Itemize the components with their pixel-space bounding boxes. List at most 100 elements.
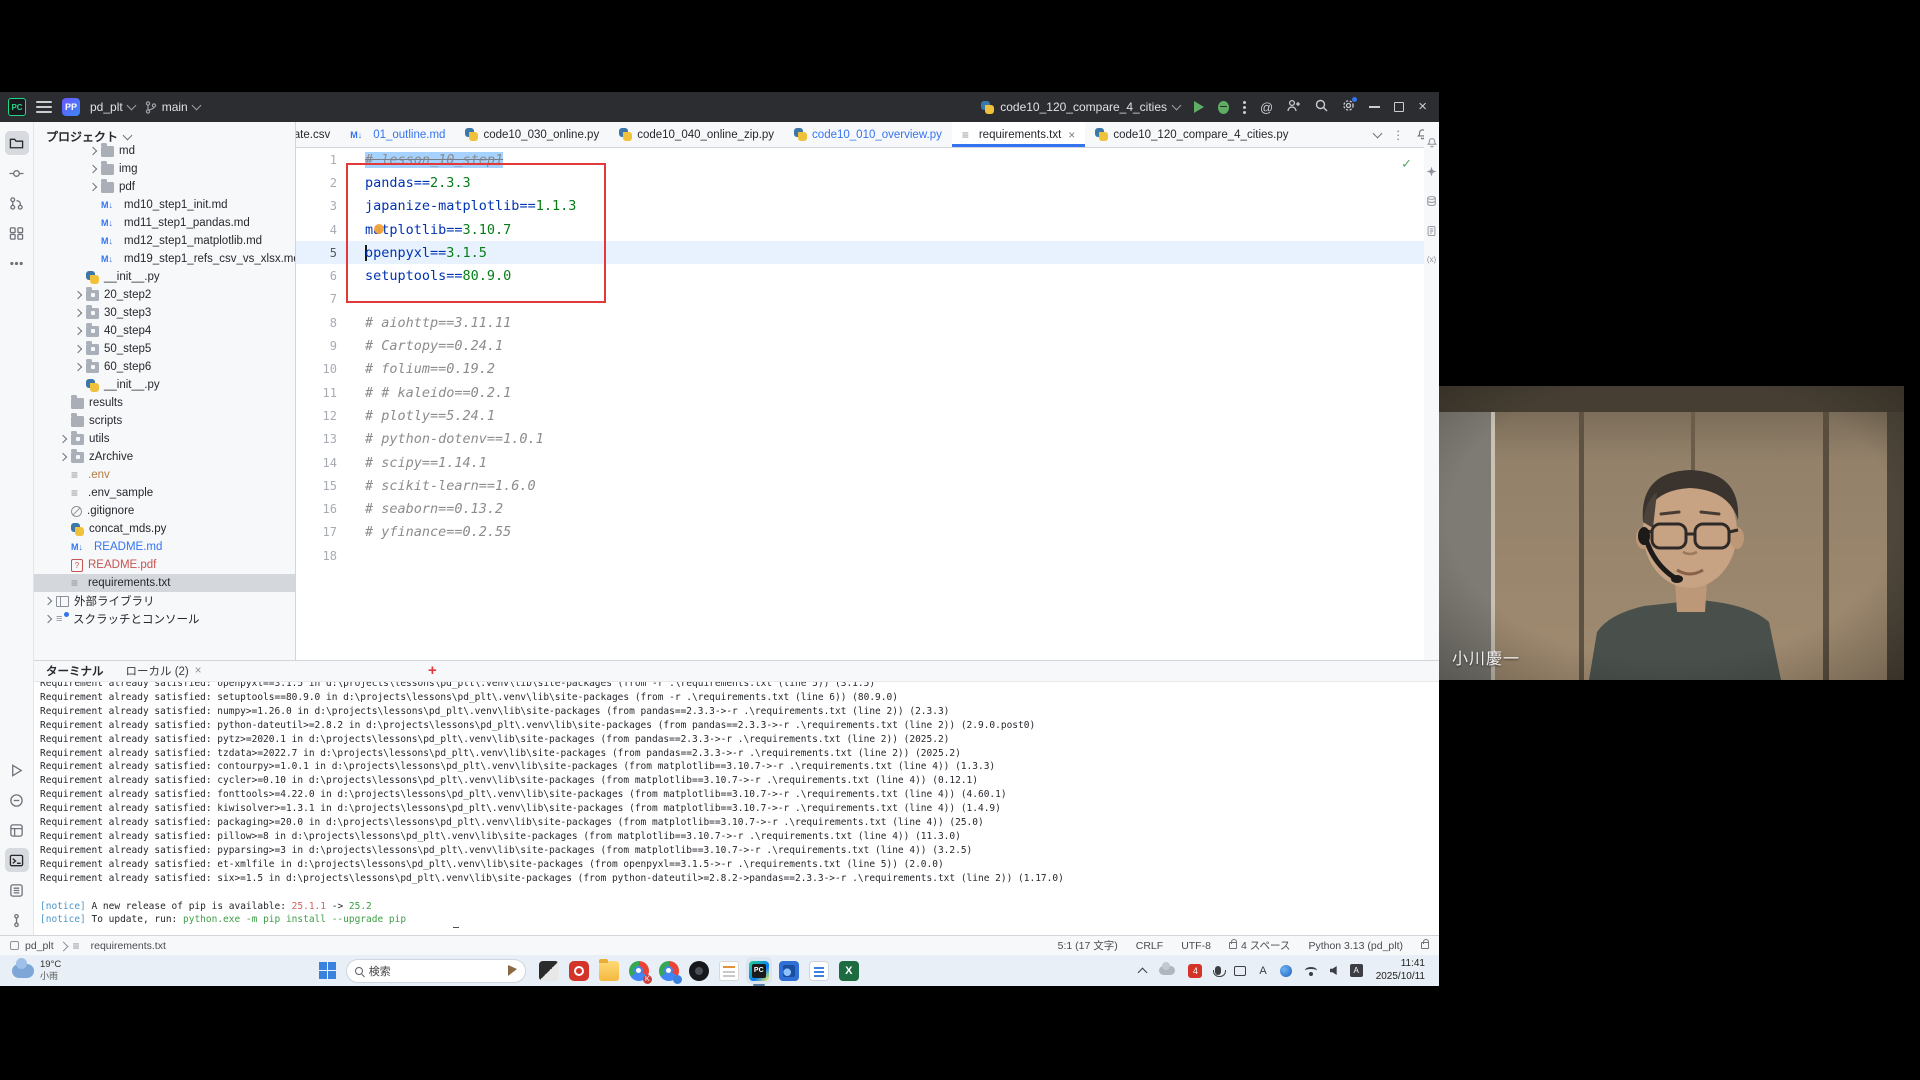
editor-line-8[interactable]: 8# aiohttp==3.11.11 — [296, 311, 1424, 334]
editor-tab-code10_010_overview.py[interactable]: code10_010_overview.py — [784, 122, 952, 147]
editor-line-6[interactable]: 6setuptools==80.9.0 — [296, 264, 1424, 287]
breadcrumb-file[interactable]: requirements.txt — [91, 940, 166, 952]
taskbar-app-pycharm[interactable] — [746, 957, 772, 984]
tree-item-.env[interactable]: ≡.env — [34, 466, 295, 484]
notifications-bell-icon[interactable] — [1426, 136, 1438, 150]
tree-item-results[interactable]: results — [34, 394, 295, 412]
tree-item-img[interactable]: img — [34, 160, 295, 178]
commit-tool-icon[interactable] — [5, 161, 29, 185]
indent-setting[interactable]: 4 スペース — [1229, 938, 1291, 953]
assistant-orb-icon[interactable] — [1280, 965, 1292, 977]
terminal-output[interactable]: Requirement already satisfied: openpyxl=… — [34, 677, 1439, 928]
editor-line-11[interactable]: 11# # kaleido==0.2.1 — [296, 381, 1424, 404]
start-button[interactable] — [319, 962, 336, 979]
tree-item-スクラッチとコンソール[interactable]: ≡スクラッチとコンソール — [34, 610, 295, 628]
editor-line-17[interactable]: 17# yfinance==0.2.55 — [296, 521, 1424, 544]
editor-line-12[interactable]: 12# plotly==5.24.1 — [296, 404, 1424, 427]
tree-item-md10_step1_init.md[interactable]: M↓md10_step1_init.md — [34, 196, 295, 214]
tree-item-scripts[interactable]: scripts — [34, 412, 295, 430]
project-tool-icon[interactable] — [5, 131, 29, 155]
database-stripe-icon[interactable] — [1426, 195, 1437, 209]
editor-tab-code10_120_compare_4_cities.py[interactable]: code10_120_compare_4_cities.py — [1085, 122, 1298, 147]
tree-chevron-icon[interactable] — [74, 291, 82, 299]
ai-assistant-icon[interactable]: @ — [1260, 100, 1273, 115]
editor-pane[interactable]: 1# lesson_10_step12pandas==2.3.33japaniz… — [296, 148, 1424, 660]
editor-line-13[interactable]: 13# python-dotenv==1.0.1 — [296, 428, 1424, 451]
editor-line-10[interactable]: 10# folium==0.19.2 — [296, 358, 1424, 381]
tree-item-30_step3[interactable]: 30_step3 — [34, 304, 295, 322]
file-encoding[interactable]: UTF-8 — [1181, 940, 1211, 952]
tree-item-.env_sample[interactable]: ≡.env_sample — [34, 484, 295, 502]
tree-chevron-icon[interactable] — [89, 147, 97, 155]
tree-item-md12_step1_matplotlib.md[interactable]: M↓md12_step1_matplotlib.md — [34, 232, 295, 250]
notification-badge-icon[interactable]: 4 — [1188, 964, 1202, 978]
python-console-tool-icon[interactable] — [5, 788, 29, 812]
tray-expand-icon[interactable] — [1138, 967, 1148, 977]
ime-icon[interactable]: A — [1350, 964, 1363, 977]
ai-assistant-stripe-icon[interactable] — [1426, 166, 1437, 179]
microphone-icon[interactable] — [1215, 966, 1221, 975]
pull-requests-tool-icon[interactable] — [5, 191, 29, 215]
taskbar-app-photos[interactable] — [776, 957, 802, 984]
editor-line-1[interactable]: 1# lesson_10_step1 — [296, 148, 1424, 171]
taskbar-app-list-app[interactable] — [806, 957, 832, 984]
snip-tool-icon[interactable] — [1234, 966, 1246, 976]
tree-chevron-icon[interactable] — [74, 327, 82, 335]
window-maximize-button[interactable] — [1394, 102, 1404, 112]
tree-item-README.pdf[interactable]: ?README.pdf — [34, 556, 295, 574]
editor-line-18[interactable]: 18 — [296, 544, 1424, 567]
terminal-title[interactable]: ターミナル — [46, 663, 104, 679]
run-tool-icon[interactable] — [5, 758, 29, 782]
tree-item-50_step5[interactable]: 50_step5 — [34, 340, 295, 358]
ime-mode-letter[interactable]: A — [1259, 965, 1266, 977]
tree-item-concat_mds.py[interactable]: concat_mds.py — [34, 520, 295, 538]
run-button[interactable] — [1194, 101, 1204, 113]
documentation-stripe-icon[interactable] — [1426, 225, 1437, 239]
editor-line-14[interactable]: 14# scipy==1.14.1 — [296, 451, 1424, 474]
search-everywhere-icon[interactable] — [1315, 99, 1328, 115]
branch-selector[interactable]: main — [145, 100, 200, 114]
structure-tool-icon[interactable] — [5, 221, 29, 245]
tree-chevron-icon[interactable] — [89, 165, 97, 173]
editor-line-5[interactable]: 5openpyxl==3.1.5 — [296, 241, 1424, 264]
taskbar-app-task-view[interactable] — [536, 957, 562, 984]
more-tools-icon[interactable] — [5, 251, 29, 275]
tree-item-外部ライブラリ[interactable]: 外部ライブラリ — [34, 592, 295, 610]
more-tabs-icon[interactable]: ⋮ — [1393, 128, 1405, 142]
taskbar-app-chrome-profile-2[interactable] — [656, 957, 682, 984]
tree-chevron-icon[interactable] — [89, 183, 97, 191]
window-close-button[interactable]: × — [1418, 102, 1427, 112]
line-separator[interactable]: CRLF — [1136, 940, 1163, 952]
volume-icon[interactable] — [1330, 966, 1337, 975]
editor-tab-code10_040_online_zip.py[interactable]: code10_040_online_zip.py — [609, 122, 784, 147]
tree-item-pdf[interactable]: pdf — [34, 178, 295, 196]
wifi-icon[interactable] — [1305, 967, 1317, 974]
close-icon[interactable]: × — [195, 665, 202, 677]
tree-item-60_step6[interactable]: 60_step6 — [34, 358, 295, 376]
tree-item-__init__.py[interactable]: __init__.py — [34, 376, 295, 394]
tree-item-__init__.py[interactable]: __init__.py — [34, 268, 295, 286]
project-selector[interactable]: pd_plt — [90, 100, 135, 114]
tree-item-README.md[interactable]: M↓README.md — [34, 538, 295, 556]
tree-item-md[interactable]: md — [34, 142, 295, 160]
chevron-down-icon[interactable] — [1372, 128, 1382, 138]
taskbar-app-notes-app[interactable] — [716, 957, 742, 984]
window-minimize-button[interactable] — [1369, 106, 1380, 108]
tree-item-20_step2[interactable]: 20_step2 — [34, 286, 295, 304]
tree-chevron-icon[interactable] — [74, 309, 82, 317]
breadcrumb-project[interactable]: pd_plt — [25, 940, 54, 952]
taskbar-app-explorer[interactable] — [596, 957, 622, 984]
tree-item-40_step4[interactable]: 40_step4 — [34, 322, 295, 340]
debug-button[interactable] — [1218, 101, 1229, 114]
tree-item-.gitignore[interactable]: .gitignore — [34, 502, 295, 520]
tree-item-md11_step1_pandas.md[interactable]: M↓md11_step1_pandas.md — [34, 214, 295, 232]
caret-position[interactable]: 5:1 (17 文字) — [1058, 938, 1118, 953]
tree-chevron-icon[interactable] — [59, 435, 67, 443]
taskbar-app-chrome-profile-k[interactable] — [626, 957, 652, 984]
editor-line-9[interactable]: 9# Cartopy==0.24.1 — [296, 334, 1424, 357]
taskbar-app-dark-app[interactable] — [686, 957, 712, 984]
python-interpreter[interactable]: Python 3.13 (pd_plt) — [1308, 940, 1403, 952]
readonly-toggle-icon[interactable] — [1421, 942, 1429, 949]
editor-line-2[interactable]: 2pandas==2.3.3 — [296, 171, 1424, 194]
editor-line-3[interactable]: 3japanize-matplotlib==1.1.3 — [296, 195, 1424, 218]
